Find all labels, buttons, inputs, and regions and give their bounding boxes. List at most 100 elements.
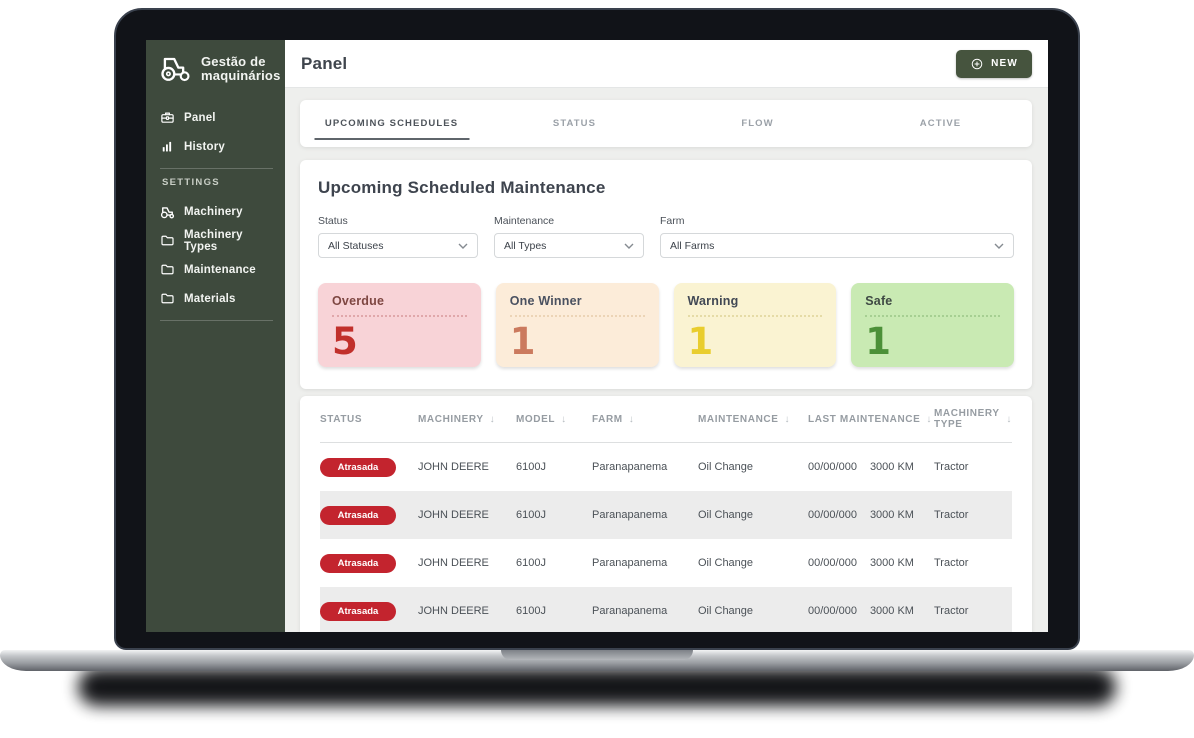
tab-status[interactable]: STATUS: [483, 100, 666, 147]
cell-farm: Paranapanema: [592, 509, 668, 521]
laptop-base: [0, 650, 1194, 671]
tractor-logo-icon: [159, 54, 193, 83]
column-header-machinery[interactable]: MACHINERY ↓: [418, 414, 516, 425]
stat-card-safe: Safe 1: [851, 283, 1014, 367]
tab-active[interactable]: ACTIVE: [849, 100, 1032, 147]
sidebar-item-machinery-types[interactable]: Machinery Types: [160, 226, 273, 255]
column-header-maintenance[interactable]: MAINTENANCE ↓: [698, 414, 808, 425]
cell-machinery: JOHN DEERE: [418, 557, 489, 569]
status-badge: Atrasada: [320, 601, 396, 621]
filters-row: Status All Statuses Maintenance All Type…: [318, 215, 1014, 258]
sort-desc-icon: ↓: [784, 413, 791, 425]
filter-label: Status: [318, 215, 348, 227]
column-header-last-maintenance[interactable]: LAST MAINTENANCE ↓: [808, 414, 934, 425]
cell-machinery: JOHN DEERE: [418, 461, 489, 473]
sidebar-nav: Panel History SETTINGS Machinery Machine…: [146, 93, 285, 321]
column-header-machinery-type[interactable]: MACHINERY TYPE ↓: [934, 408, 1012, 430]
filter-label: Farm: [660, 215, 685, 227]
cell-last-maintenance: 00/00/000 3000 KM: [808, 557, 934, 569]
cell-machinery-type: Tractor: [934, 557, 969, 569]
tab-bar: UPCOMING SCHEDULES STATUS FLOW ACTIVE: [300, 100, 1032, 147]
column-header-status: STATUS: [320, 413, 363, 425]
panel-heading: Upcoming Scheduled Maintenance: [318, 178, 606, 197]
cell-maintenance: Oil Change: [698, 509, 754, 521]
sidebar-item-materials[interactable]: Materials: [160, 284, 273, 313]
laptop-mockup: Gestão de maquinários Panel History SETT…: [0, 0, 1194, 738]
cell-machinery-type: Tractor: [934, 605, 969, 617]
stat-label: Safe: [865, 294, 1000, 317]
sort-desc-icon: ↓: [1006, 413, 1012, 425]
cell-farm: Paranapanema: [592, 557, 668, 569]
sort-desc-icon: ↓: [489, 413, 496, 425]
stat-card-warning: Warning 1: [673, 283, 837, 367]
stat-label: Overdue: [332, 294, 467, 317]
new-button[interactable]: NEW: [956, 49, 1032, 78]
folder-icon: [160, 233, 175, 248]
stat-value: 5: [332, 320, 358, 363]
sidebar-divider: [160, 168, 273, 169]
cell-last-maintenance: 00/00/000 3000 KM: [808, 509, 934, 521]
cell-machinery-type: Tractor: [934, 461, 969, 473]
sidebar-item-machinery[interactable]: Machinery: [160, 197, 273, 226]
status-badge: Atrasada: [320, 457, 396, 477]
stat-card-one-winner: One Winner 1: [495, 283, 659, 367]
filter-maintenance: Maintenance All Types: [494, 215, 644, 258]
cell-last-maintenance: 00/00/000 3000 KM: [808, 605, 934, 617]
maintenance-select[interactable]: All Types: [494, 233, 644, 258]
last-maintenance-date: 00/00/000: [808, 605, 857, 617]
last-maintenance-km: 3000 KM: [869, 605, 914, 617]
panel-icon: [160, 110, 175, 125]
table-row[interactable]: Atrasada JOHN DEERE 6100J Paranapanema O…: [320, 443, 1012, 491]
sidebar: Gestão de maquinários Panel History SETT…: [146, 40, 285, 632]
sort-desc-icon: ↓: [926, 413, 932, 425]
table-header-row: STATUS MACHINERY ↓ MODEL ↓ FARM ↓ MAINTENAN…: [320, 396, 1012, 443]
cell-farm: Paranapanema: [592, 605, 668, 617]
cell-machinery: JOHN DEERE: [418, 509, 489, 521]
sort-desc-icon: ↓: [561, 413, 567, 425]
sidebar-divider: [160, 320, 273, 321]
maintenance-table: STATUS MACHINERY ↓ MODEL ↓ FARM ↓ MAINTENAN…: [300, 396, 1032, 632]
stat-label: Warning: [687, 294, 823, 317]
tab-flow[interactable]: FLOW: [666, 100, 849, 147]
stat-value: 1: [509, 320, 536, 363]
last-maintenance-date: 00/00/000: [808, 509, 857, 521]
folder-icon: [160, 262, 175, 277]
stat-label: One Winner: [509, 294, 645, 317]
last-maintenance-date: 00/00/000: [808, 557, 857, 569]
sidebar-item-label: Machinery Types: [184, 228, 243, 253]
cell-model: 6100J: [516, 605, 546, 617]
sidebar-item-panel[interactable]: Panel: [160, 103, 273, 132]
plus-circle-icon: [970, 57, 984, 71]
filter-farm: Farm All Farms: [660, 215, 1014, 258]
chevron-down-icon: [994, 243, 1004, 249]
last-maintenance-km: 3000 KM: [869, 509, 914, 521]
app-logo[interactable]: Gestão de maquinários: [146, 40, 285, 93]
cell-maintenance: Oil Change: [698, 461, 754, 473]
sidebar-item-history[interactable]: History: [160, 132, 273, 161]
cell-model: 6100J: [516, 557, 546, 569]
table-row[interactable]: Atrasada JOHN DEERE 6100J Paranapanema O…: [320, 539, 1012, 587]
laptop-lid-notch: [501, 650, 693, 660]
sidebar-item-label: Maintenance: [184, 263, 256, 276]
cell-last-maintenance: 00/00/000 3000 KM: [808, 461, 934, 473]
stat-value: 1: [687, 320, 714, 363]
filter-label: Maintenance: [494, 215, 555, 227]
filter-status: Status All Statuses: [318, 215, 478, 258]
table-row[interactable]: Atrasada JOHN DEERE 6100J Paranapanema O…: [320, 587, 1012, 632]
tab-upcoming-schedules[interactable]: UPCOMING SCHEDULES: [300, 100, 483, 147]
cell-machinery: JOHN DEERE: [418, 605, 489, 617]
cell-model: 6100J: [516, 509, 546, 521]
topbar: Panel NEW: [285, 40, 1048, 88]
column-header-farm[interactable]: FARM ↓: [592, 414, 698, 425]
status-badge: Atrasada: [320, 553, 396, 573]
sidebar-item-maintenance[interactable]: Maintenance: [160, 255, 273, 284]
tractor-icon: [160, 205, 175, 219]
sidebar-item-label: Machinery: [184, 205, 243, 218]
history-icon: [160, 139, 175, 154]
farm-select[interactable]: All Farms: [660, 233, 1014, 258]
select-value: All Farms: [670, 239, 715, 252]
table-row[interactable]: Atrasada JOHN DEERE 6100J Paranapanema O…: [320, 491, 1012, 539]
status-select[interactable]: All Statuses: [318, 233, 478, 258]
column-header-model[interactable]: MODEL ↓: [516, 414, 592, 425]
sidebar-section-settings: SETTINGS: [162, 177, 220, 188]
